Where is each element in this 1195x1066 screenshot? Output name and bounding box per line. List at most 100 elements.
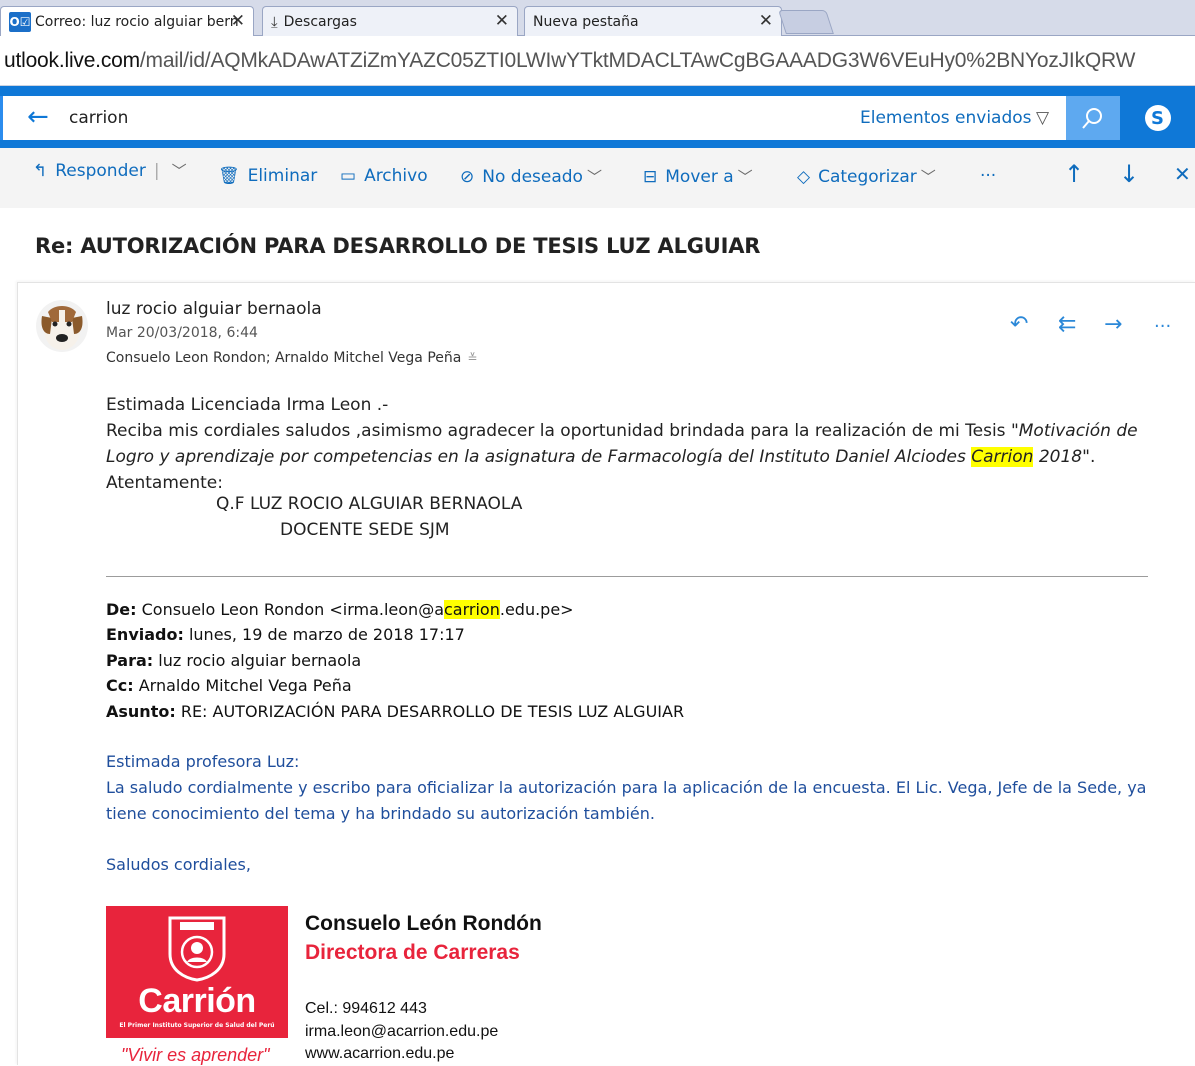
field-value: .edu.pe> [499,600,574,619]
download-icon: ⤓ [271,12,278,31]
signature-role: DOCENTE SEDE SJM [280,520,450,540]
thesis-title-part: 2018" [1033,447,1090,467]
logo-tagline: El Primer Instituto Superior de Salud de… [119,1022,275,1029]
quoted-cc: Cc: Arnaldo Mitchel Vega Peña [106,674,352,698]
trash-icon: 🗑 [218,166,240,186]
signature-name: Q.F LUZ ROCIO ALGUIAR BERNAOLA [216,494,523,514]
delete-label: Eliminar [247,166,318,186]
tab-downloads[interactable]: ⤓ Descargas ✕ [262,6,518,36]
outlook-icon: O☑ [9,11,31,32]
reply-icon: ↰ [33,161,48,181]
move-button[interactable]: ⊟ Mover a ﹀ [643,166,753,187]
tab-title: Nueva pestaña [533,13,639,30]
field-label: Enviado: [106,625,184,644]
categorize-button[interactable]: ◇ Categorizar ﹀ [797,166,936,187]
junk-label: No deseado [482,167,583,187]
search-highlight: carrion [444,600,500,619]
divider [106,576,1148,577]
skype-icon: S [1144,105,1171,131]
message-date: Mar 20/03/2018, 6:44 [106,325,258,341]
tab-title: Descargas [283,13,357,30]
tab-outlook-mail[interactable]: O☑ Correo: luz rocio alguiar bern ✕ [0,6,254,36]
search-input[interactable]: carrion [69,108,128,128]
divider: | [153,161,160,181]
arrow-up-icon[interactable]: ↑ [1064,160,1084,188]
quoted-body: La saludo cordialmente y escribo para of… [106,778,1147,823]
sender-name[interactable]: luz rocio alguiar bernaola [106,299,322,319]
signature-full-name: Consuelo León Rondón [305,912,542,935]
avatar [36,300,88,352]
categorize-label: Categorizar [818,167,917,187]
field-label: Cc: [106,676,134,695]
body-text: Reciba mis cordiales saludos ,asimismo a… [106,421,1011,441]
browser-tab-strip: O☑ Correo: luz rocio alguiar bern ✕ ⤓ De… [0,0,1195,36]
forward-icon[interactable]: → [1104,312,1122,337]
block-icon: ⊘ [460,167,475,187]
body-closing: Atentamente: [106,473,223,493]
filter-icon[interactable]: ▽ [1036,108,1049,128]
field-label: Para: [106,651,154,670]
recipient-list: Consuelo Leon Rondon; Arnaldo Mitchel Ve… [106,350,477,366]
more-options-icon[interactable]: ··· [1154,316,1171,337]
tab-title: Correo: luz rocio alguiar bern [35,13,239,30]
signature-phone: Cel.: 994612 443 [305,1000,427,1017]
logo-wordmark: Carrión [138,982,256,1020]
body-paragraph: Reciba mis cordiales saludos ,asimismo a… [106,418,1166,470]
body-greeting: Estimada Licenciada Irma Leon .- [106,395,389,415]
field-value: Arnaldo Mitchel Vega Peña [133,676,352,695]
tab-new-tab[interactable]: Nueva pestaña ✕ [524,6,782,36]
arrow-down-icon[interactable]: ↓ [1119,160,1139,188]
back-arrow-icon[interactable]: ← [27,102,49,132]
move-label: Mover a [665,167,734,187]
url-host: utlook.live.com [4,49,140,72]
archive-button[interactable]: ▭ Archivo [340,166,428,186]
tag-icon: ◇ [797,167,811,187]
shield-icon [168,916,226,982]
reply-icon[interactable]: ↶ [1010,312,1028,337]
signature-website[interactable]: www.acarrion.edu.pe [305,1045,454,1063]
chevron-down-icon: ﹀ [737,168,753,186]
more-actions-button[interactable]: ··· [980,166,996,186]
carrion-logo: Carrión El Primer Instituto Superior de … [106,906,288,1038]
search-box[interactable]: ← carrion Elementos enviados ▽ [0,96,1195,140]
field-value: Consuelo Leon Rondon <irma.leon@a [136,600,444,619]
search-highlight: Carrion [971,447,1034,467]
address-bar[interactable]: utlook.live.com/mail/id/AQMkADAwATZiZmYA… [0,36,1195,86]
junk-button[interactable]: ⊘ No deseado ﹀ [460,166,602,187]
search-button[interactable] [1066,96,1120,140]
new-tab-button[interactable] [778,10,834,34]
field-label: De: [106,600,137,619]
command-bar: ↰ Responder | ﹀ 🗑 Eliminar ▭ Archivo ⊘ No dese… [0,148,1195,208]
quoted-sent: Enviado: lunes, 19 de marzo de 2018 17:1… [106,623,465,647]
close-icon[interactable]: ✕ [495,11,509,31]
field-label: Asunto: [106,702,176,721]
chevron-down-icon: ﹀ [920,168,936,186]
chevron-down-icon[interactable]: ﹀ [172,162,187,180]
close-icon[interactable]: ✕ [1174,162,1191,186]
reply-all-icon[interactable]: ⇇ [1058,312,1076,337]
field-value: luz rocio alguiar bernaola [153,651,362,670]
chevron-down-icon: ﹀ [586,168,602,186]
quoted-to: Para: luz rocio alguiar bernaola [106,649,361,673]
field-value: lunes, 19 de marzo de 2018 17:17 [183,625,465,644]
message-body: Estimada Licenciada Irma Leon .- Reciba … [106,392,1166,496]
expand-recipients-icon[interactable]: ≚ [467,351,477,365]
url-path: /mail/id/AQMkADAwATZiZmYAZC05ZTI0LWIwYTk… [139,49,1136,72]
delete-button[interactable]: 🗑 Eliminar [218,166,317,186]
move-folder-icon: ⊟ [643,167,658,187]
quoted-sign-off: Saludos cordiales, [106,855,251,874]
close-icon[interactable]: ✕ [231,11,245,31]
header-strip [0,86,1195,96]
search-scope[interactable]: Elementos enviados [860,108,1032,128]
reply-button[interactable]: ↰ Responder | ﹀ [33,160,187,181]
quoted-greeting: Estimada profesora Luz: [106,752,300,771]
signature-email[interactable]: irma.leon@acarrion.edu.pe [305,1023,498,1041]
skype-button[interactable]: S [1120,96,1195,140]
signature-motto: "Vivir es aprender" [121,1045,270,1065]
field-value: RE: AUTORIZACIÓN PARA DESARROLLO DE TESI… [175,702,685,721]
close-icon[interactable]: ✕ [759,11,773,31]
quoted-from: De: Consuelo Leon Rondon <irma.leon@acar… [106,598,574,622]
recipients-text: Consuelo Leon Rondon; Arnaldo Mitchel Ve… [106,350,462,366]
archive-icon: ▭ [340,166,357,186]
signature-job-title: Directora de Carreras [305,941,520,964]
